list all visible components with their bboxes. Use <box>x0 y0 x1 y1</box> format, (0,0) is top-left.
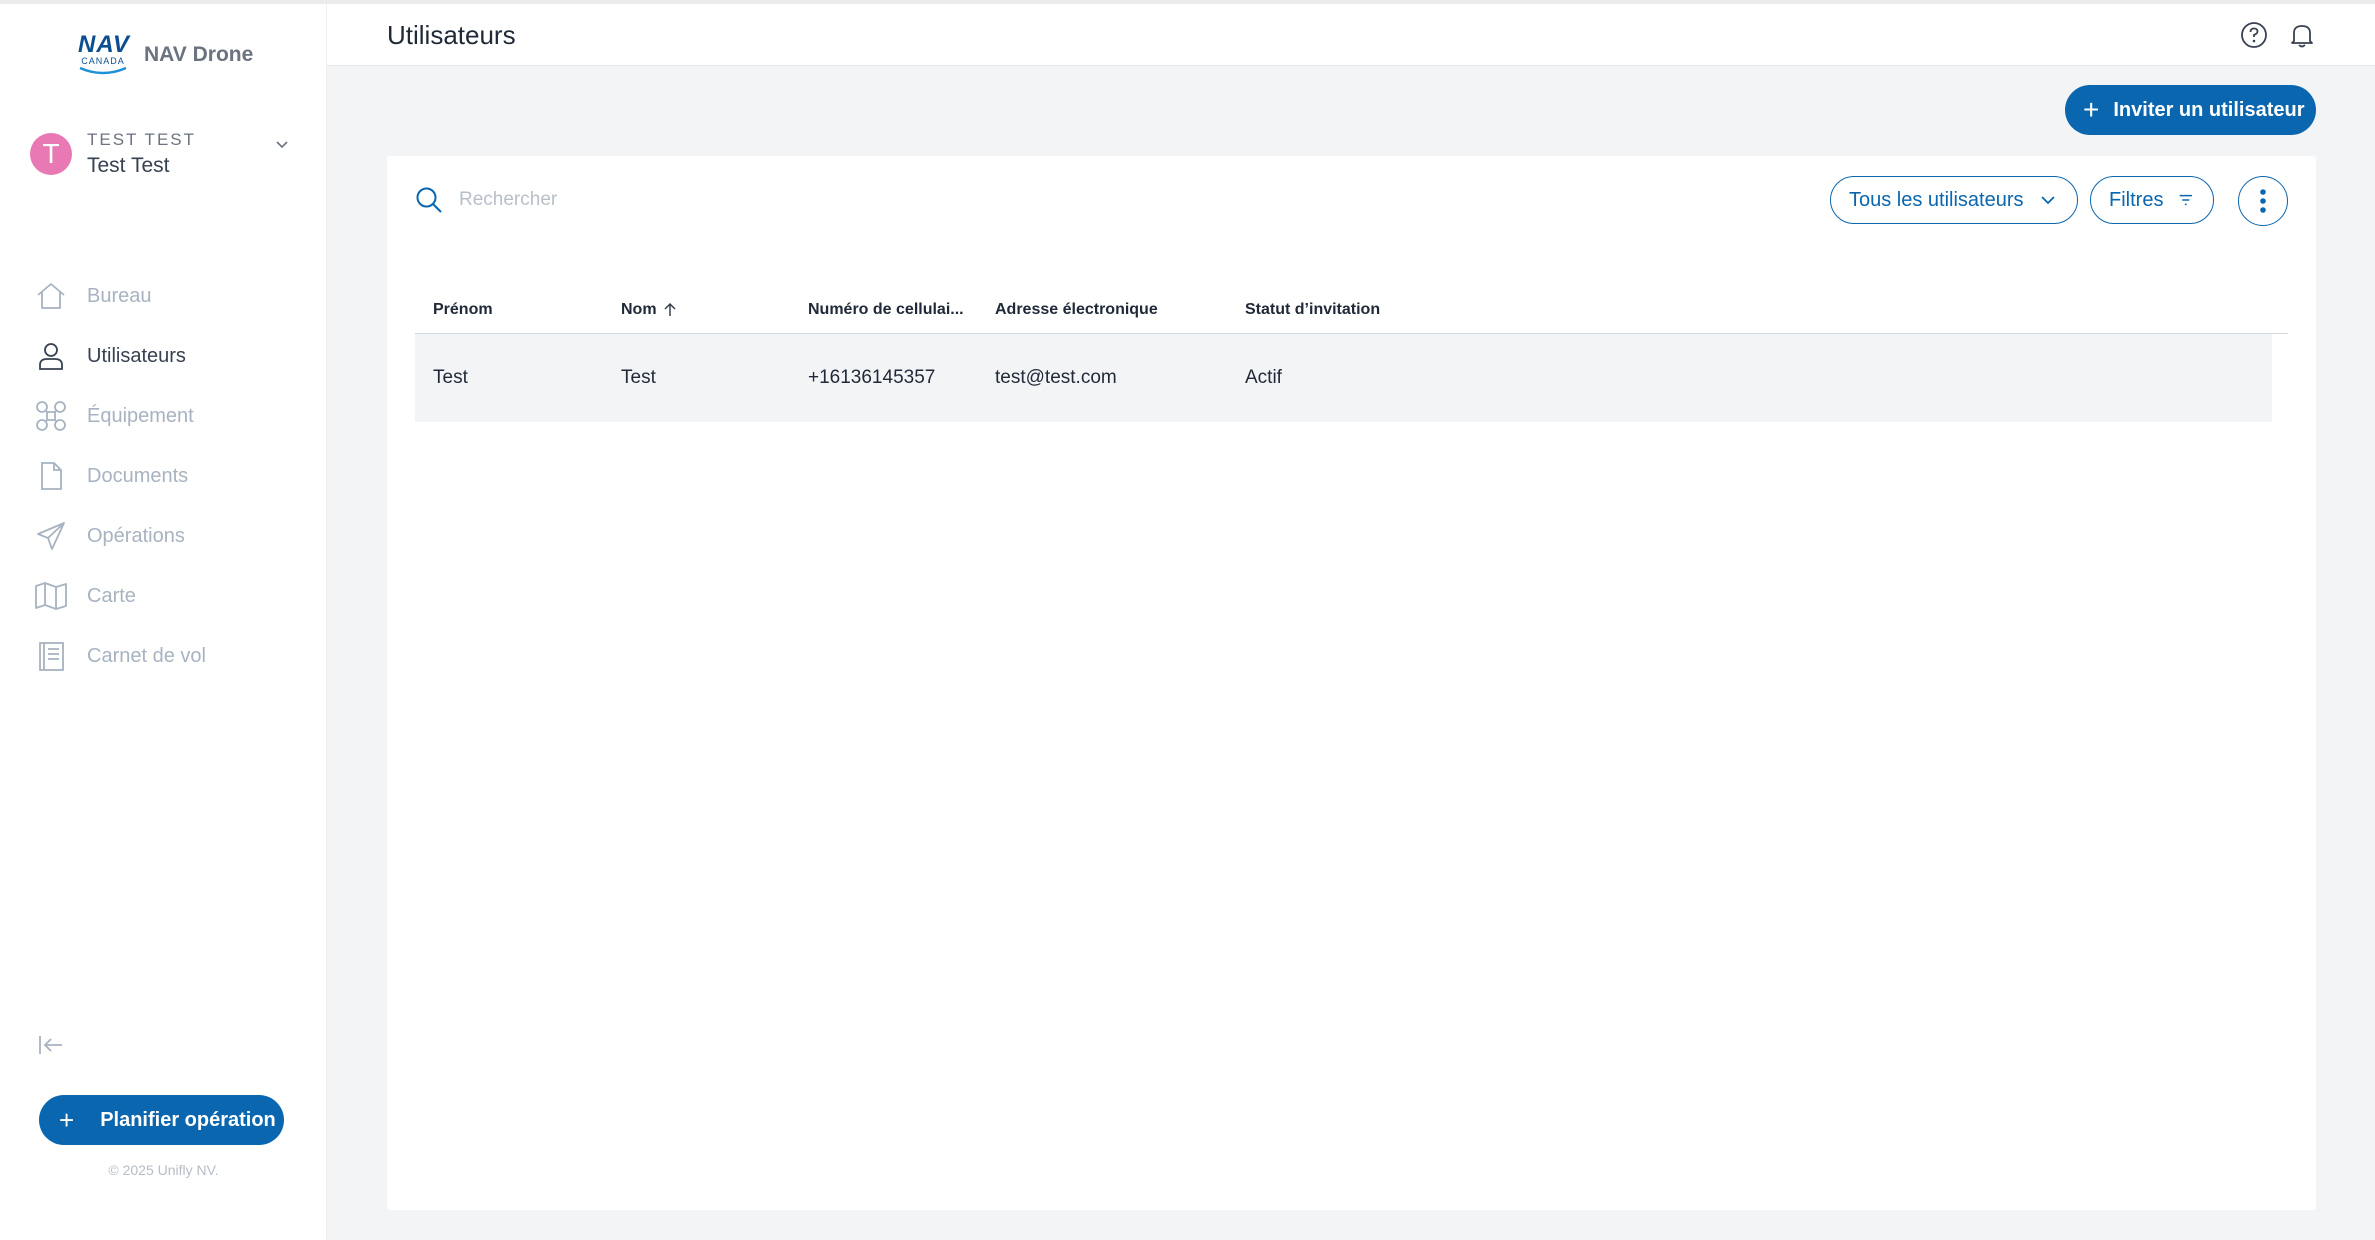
user-icon <box>34 339 68 373</box>
sidebar-item-bureau[interactable]: Bureau <box>34 266 314 326</box>
document-icon <box>34 459 68 493</box>
column-header-cellulaire[interactable]: Numéro de cellulai... <box>790 301 977 319</box>
plus-icon: + <box>59 1105 75 1135</box>
notification-bell-icon[interactable] <box>2287 20 2317 50</box>
sidebar-item-equipement[interactable]: Équipement <box>34 386 314 446</box>
topbar: Utilisateurs <box>327 4 2375 66</box>
avatar: T <box>30 133 72 175</box>
cell-prenom: Test <box>433 367 468 388</box>
send-icon <box>34 519 68 553</box>
plan-operation-button[interactable]: + Planifier opération <box>39 1095 284 1145</box>
search-bar <box>415 186 859 214</box>
column-header-adresse[interactable]: Adresse électronique <box>977 301 1227 319</box>
sidebar-item-carte[interactable]: Carte <box>34 566 314 626</box>
cell-cellulaire: +16136145357 <box>808 367 936 388</box>
search-icon <box>416 187 442 213</box>
plus-icon: + <box>2083 94 2100 125</box>
column-header-prenom[interactable]: Prénom <box>415 301 603 319</box>
sidebar-item-documents[interactable]: Documents <box>34 446 314 506</box>
drone-icon <box>34 399 68 433</box>
sidebar: NAV CANADA NAV Drone T TEST TEST Test Te… <box>0 4 327 1240</box>
main-content: Utilisateurs + Inviter un utilisateur Re… <box>327 4 2375 1240</box>
app-window: NAV CANADA NAV Drone T TEST TEST Test Te… <box>0 4 2375 1240</box>
user-scope-dropdown[interactable]: Tous les utilisateurs <box>1830 176 2078 224</box>
nav-canada-logo: NAV CANADA <box>78 33 129 76</box>
sidebar-item-carnet-de-vol[interactable]: Carnet de vol <box>34 626 314 686</box>
chevron-down-icon <box>2040 196 2055 205</box>
cell-adresse: test@test.com <box>995 367 1117 388</box>
more-vertical-icon <box>2260 189 2266 213</box>
sidebar-item-operations[interactable]: Opérations <box>34 506 314 566</box>
logo-swoosh-icon <box>79 66 127 75</box>
search-input[interactable] <box>459 189 859 211</box>
column-header-nom[interactable]: Nom <box>603 301 790 319</box>
sort-ascending-icon <box>664 302 676 316</box>
copyright: © 2025 Unifly NV. <box>108 1162 219 1178</box>
table-row[interactable]: Test Test +16136145357 test@test.com Act… <box>415 334 2272 422</box>
users-table: Prénom Nom Numéro de cellulai... Adresse… <box>415 286 2288 422</box>
user-switcher[interactable]: T TEST TEST Test Test <box>30 130 292 178</box>
more-options-button[interactable] <box>2238 176 2288 226</box>
chevron-down-icon[interactable] <box>272 135 292 155</box>
brand[interactable]: NAV CANADA NAV Drone <box>78 33 254 76</box>
invite-user-button[interactable]: + Inviter un utilisateur <box>2065 85 2316 135</box>
table-header: Prénom Nom Numéro de cellulai... Adresse… <box>415 286 2288 334</box>
filter-icon <box>2180 194 2193 206</box>
collapse-sidebar-icon[interactable] <box>36 1030 66 1060</box>
sidebar-nav: Bureau Utilisateurs Équipement Documents <box>34 266 314 686</box>
map-icon <box>34 579 68 613</box>
logbook-icon <box>34 639 68 673</box>
page-title: Utilisateurs <box>387 20 516 50</box>
sidebar-item-utilisateurs[interactable]: Utilisateurs <box>34 326 314 386</box>
help-icon[interactable] <box>2239 20 2269 50</box>
filters-button[interactable]: Filtres <box>2090 176 2214 224</box>
user-name: Test Test <box>87 154 170 177</box>
cell-nom: Test <box>621 367 656 388</box>
app-name: NAV Drone <box>144 43 254 66</box>
users-card: Tous les utilisateurs Filtres Prénom <box>387 156 2316 1210</box>
home-icon <box>34 279 68 313</box>
cell-statut: Actif <box>1245 367 1282 388</box>
user-org: TEST TEST <box>87 130 197 149</box>
column-header-statut[interactable]: Statut d’invitation <box>1227 301 1527 319</box>
